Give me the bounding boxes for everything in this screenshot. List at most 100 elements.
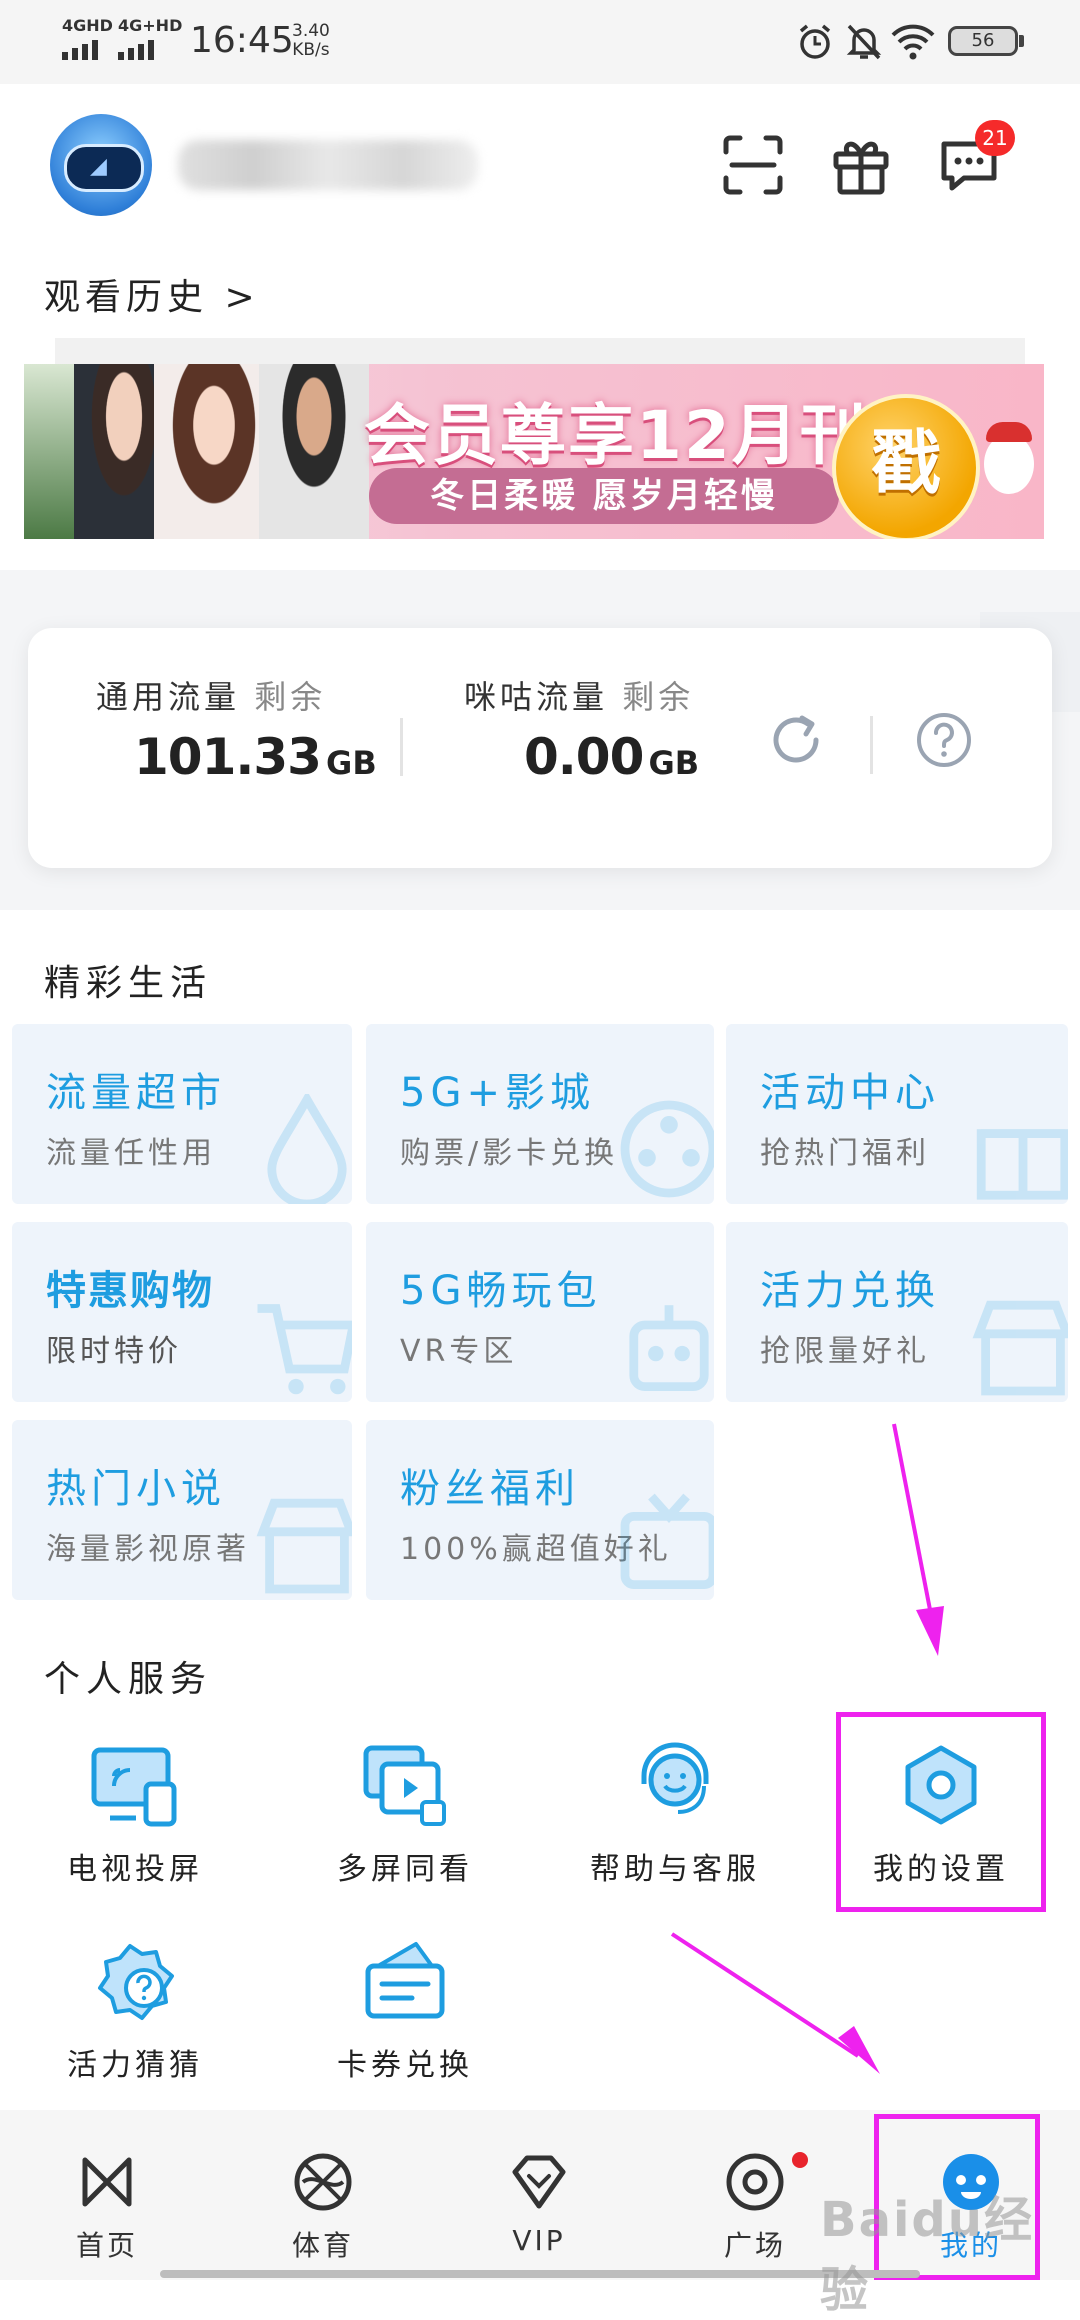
tile-title: 活动中心	[760, 1070, 940, 1116]
migu-data-amount: 0.00 GB	[524, 728, 699, 786]
tile-title: 特惠购物	[46, 1268, 214, 1314]
nav-plaza[interactable]: 广场	[680, 2150, 830, 2264]
network-speed: 3.40 KB/s	[292, 22, 330, 60]
general-data-label: 通用流量 剩余	[96, 672, 326, 718]
tile-subtitle: 海量影视原著	[46, 1532, 250, 1567]
tile-5g-play-pack[interactable]: 5G畅玩包 VR专区	[366, 1222, 714, 1402]
clock: 16:45	[190, 20, 294, 61]
general-data-label-text: 通用流量	[96, 678, 241, 716]
nav-vip[interactable]: VIP	[464, 2150, 614, 2257]
banner-person-3	[259, 364, 369, 539]
tile-title: 流量超市	[46, 1070, 226, 1116]
battery-icon: 56	[948, 26, 1018, 56]
tile-fan-benefits[interactable]: 粉丝福利 100%赢超值好礼	[366, 1420, 714, 1600]
scan-icon[interactable]	[718, 130, 788, 200]
nav-label: VIP	[512, 2224, 566, 2257]
data-usage-card: 通用流量 剩余 101.33 GB 咪咕流量 剩余 0.00 GB	[28, 628, 1052, 868]
gift-icon[interactable]	[826, 130, 896, 200]
status-bar: 4GHD 4G+HD 16:45 3.40 KB/s 56	[0, 0, 1080, 84]
service-label: 电视投屏	[67, 1852, 203, 1887]
basketball-icon	[294, 2153, 352, 2211]
tile-subtitle: 购票/影卡兑换	[400, 1136, 619, 1171]
tile-data-market[interactable]: 流量超市 流量任性用	[12, 1024, 352, 1204]
battery-tip	[1019, 35, 1024, 47]
service-my-settings[interactable]: 我的设置	[826, 1740, 1056, 1888]
notification-badge: 21	[975, 120, 1015, 156]
tv-icon	[620, 1493, 714, 1589]
tile-activity-center[interactable]: 活动中心 抢热门福利	[726, 1024, 1068, 1204]
coupon-icon	[365, 1942, 445, 2019]
banner-subtitle: 冬日柔暖 愿岁月轻慢	[369, 468, 839, 524]
nav-label: 广场	[723, 2229, 786, 2262]
banner-title: 会员尊享12月刊	[364, 397, 868, 474]
nav-home[interactable]: 首页	[32, 2150, 182, 2264]
tile-hot-novels[interactable]: 热门小说 海量影视原著	[12, 1420, 352, 1600]
avatar[interactable]: ◢	[50, 114, 152, 216]
refresh-icon[interactable]	[766, 710, 826, 770]
nav-sports[interactable]: 体育	[248, 2150, 398, 2264]
tile-subtitle: 流量任性用	[46, 1136, 216, 1171]
general-data-amount: 101.33 GB	[134, 728, 377, 786]
help-icon[interactable]	[914, 710, 974, 770]
home-icon	[82, 2157, 132, 2207]
tile-vitality-exchange[interactable]: 活力兑换 抢限量好礼	[726, 1222, 1068, 1402]
service-label: 帮助与客服	[590, 1852, 760, 1887]
service-tv-cast[interactable]: 电视投屏	[20, 1740, 250, 1888]
alarm-icon	[799, 24, 831, 59]
home-indicator	[160, 2270, 920, 2278]
annotation-arrow-2	[670, 1932, 880, 2074]
water-drop-icon	[267, 1094, 347, 1204]
divider-2	[870, 716, 873, 774]
watch-history-link[interactable]: 观看历史 >	[44, 268, 260, 320]
username-blurred[interactable]	[178, 140, 478, 190]
snowman-hat	[986, 422, 1032, 442]
watermark: Baidu经验	[820, 2192, 1034, 2318]
history-strip	[55, 338, 1025, 366]
vip-icon	[512, 2155, 566, 2209]
tile-title: 活力兑换	[760, 1268, 940, 1314]
migu-data-unit: GB	[648, 744, 700, 782]
tile-special-shopping[interactable]: 特惠购物 限时特价	[12, 1222, 352, 1402]
nav-label: 首页	[75, 2229, 138, 2262]
signal-icon-2	[118, 40, 154, 60]
robot-icon	[629, 1305, 709, 1391]
service-multi-screen[interactable]: 多屏同看	[290, 1740, 520, 1888]
tile-title: 热门小说	[46, 1466, 226, 1512]
network-indicator-2: 4G+HD	[118, 16, 183, 35]
signal-icon-1	[62, 40, 98, 60]
service-label: 多屏同看	[337, 1852, 473, 1887]
migu-data-suffix: 剩余	[622, 678, 695, 716]
service-coupon-exchange[interactable]: 卡券兑换	[290, 1936, 520, 2084]
life-section-title: 精彩生活	[44, 963, 213, 1004]
banner-cta-button[interactable]: 戳	[832, 394, 980, 539]
snowman-icon	[984, 434, 1034, 494]
tile-subtitle: 限时特价	[46, 1334, 182, 1369]
general-data-value: 101.33	[134, 728, 322, 786]
service-label: 我的设置	[873, 1852, 1009, 1887]
settings-icon	[905, 1745, 977, 1825]
tile-title: 粉丝福利	[400, 1466, 580, 1512]
multi-screen-icon	[363, 1745, 446, 1826]
service-help[interactable]: 帮助与客服	[560, 1740, 790, 1888]
migu-data-label: 咪咕流量 剩余	[464, 672, 694, 718]
tile-subtitle: VR专区	[400, 1334, 518, 1369]
nav-plaza-dot	[792, 2152, 808, 2168]
store-icon	[256, 1498, 352, 1594]
migu-data-label-text: 咪咕流量	[464, 678, 609, 716]
annotation-arrow-1	[892, 1423, 944, 1656]
tile-title: 5G畅玩包	[400, 1268, 602, 1314]
tile-5g-cinema[interactable]: 5G+影城 购票/影卡兑换	[366, 1024, 714, 1204]
wifi-icon	[891, 24, 935, 60]
shop-icon	[972, 1300, 1068, 1396]
tile-subtitle: 抢限量好礼	[760, 1334, 930, 1369]
service-vitality-quiz[interactable]: 活力猜猜	[20, 1936, 250, 2084]
service-label: 活力猜猜	[67, 2048, 203, 2083]
promo-banner[interactable]: 会员尊享12月刊 冬日柔暖 愿岁月轻慢 戳	[24, 364, 1044, 539]
quiz-icon	[98, 1944, 174, 2020]
divider	[400, 718, 403, 776]
nav-label: 体育	[291, 2229, 354, 2262]
speed-value: 3.40	[292, 21, 330, 41]
plaza-icon	[726, 2153, 784, 2211]
tile-subtitle: 抢热门福利	[760, 1136, 930, 1171]
customer-service-icon	[641, 1742, 709, 1814]
